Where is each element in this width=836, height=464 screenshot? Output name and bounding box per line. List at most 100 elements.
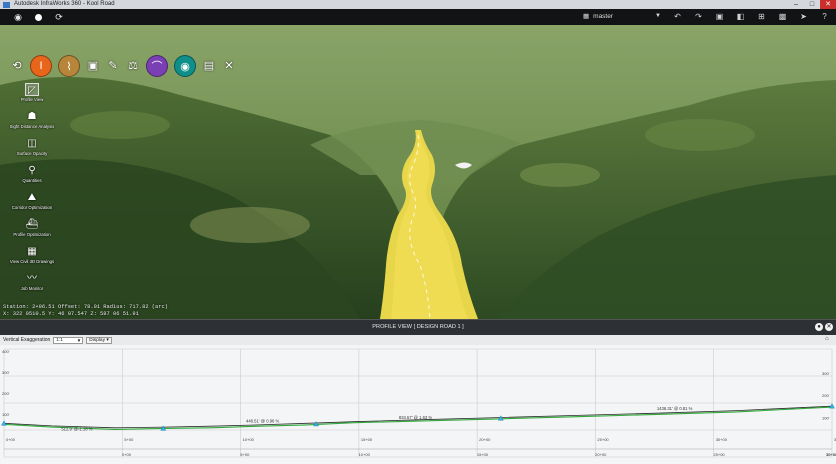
analysis-toolbar: ◸ Profile View ☗ Sight Distance Analysis ◫ Su…: [4, 83, 60, 299]
panels-icon[interactable]: ◧: [735, 12, 746, 22]
chart-background: [0, 345, 836, 464]
grid-view-icon[interactable]: ⊞: [756, 12, 767, 22]
display-label: Display: [89, 337, 105, 343]
sync-icon[interactable]: ⟳: [54, 12, 64, 22]
window-title: Autodesk InfraWorks 360 - Kool Road: [14, 1, 115, 7]
window-controls: – □ ✕: [788, 0, 836, 9]
coordinate-readout: Station: 2+96.51 Offset: 78.01 Radius: 7…: [3, 304, 168, 318]
user-account-icon[interactable]: ◉: [13, 12, 23, 22]
bridge-icon[interactable]: ⌒: [146, 55, 168, 77]
3d-viewport[interactable]: ⟲ I ⌇ ▣ ✎ ⚖ ⌒ ◉ ▤ ✕ ◸ Profile View ☗ Sight …: [0, 25, 836, 319]
profile-chart[interactable]: 400' 300' 200' 100' 300' 200' 100' 0+00 5+00 10+0…: [0, 345, 836, 464]
minimize-button[interactable]: –: [788, 0, 804, 9]
tool-label: Profile Optimization: [13, 232, 51, 237]
station-label-bottom: 5+00: [240, 452, 250, 457]
redo-icon[interactable]: ↷: [693, 12, 704, 22]
corridor-optimization-tool[interactable]: ⛰ Corridor Optimization: [4, 191, 60, 218]
station-label-bottom: 15+00: [477, 452, 489, 457]
grade-label: 1436.31' @ 0.81 %: [657, 406, 693, 411]
station-label: 25+00: [597, 437, 609, 442]
analysis-icon[interactable]: ▣: [86, 59, 100, 73]
profile-view-panel: PROFILE VIEW [ DESIGN ROAD 1 ] ● ✕ Verti…: [0, 319, 836, 464]
infraworks-window: Autodesk InfraWorks 360 - Kool Road – □ …: [0, 0, 836, 464]
bookmarks-icon[interactable]: ▣: [714, 12, 725, 22]
tool-label: Surface Opacity: [16, 151, 48, 156]
top-toolbar: ◉ ⟳ ▦ master ▼ ↶ ↷ ▣ ◧ ⊞ ▩ ➤ ?: [0, 9, 836, 25]
profile-home-icon[interactable]: ⌂: [825, 336, 832, 343]
surface-opacity-tool[interactable]: ◫ Surface Opacity: [4, 137, 60, 164]
image-view-icon[interactable]: ▩: [777, 12, 788, 22]
y-tick-label: 200': [2, 391, 10, 396]
undo-icon[interactable]: ↶: [672, 12, 683, 22]
station-label-bottom: 25+00: [713, 452, 725, 457]
select-cursor-icon[interactable]: ➤: [798, 12, 809, 22]
mode-toolbar: ⟲ I ⌇ ▣ ✎ ⚖ ⌒ ◉ ▤ ✕: [10, 55, 236, 77]
home-icon[interactable]: ⟲: [10, 59, 24, 73]
y-tick-label: 300': [2, 370, 10, 375]
job-monitor-icon: 〰: [27, 273, 37, 284]
app-icon: [3, 1, 10, 8]
quantities-tool[interactable]: ⚲ Quantities: [4, 164, 60, 191]
settings-icon[interactable]: ✕: [222, 59, 236, 73]
help-icon[interactable]: ?: [819, 12, 830, 22]
y-tick-label: 400': [2, 349, 10, 354]
maximize-button[interactable]: □: [804, 0, 820, 9]
station-label: 15+00: [361, 437, 373, 442]
display-button[interactable]: Display ▾: [86, 336, 112, 344]
station-readout: Station: 2+96.51 Offset: 78.01 Radius: 7…: [3, 304, 168, 310]
station-label: 10+00: [243, 437, 255, 442]
branch-name: master: [593, 12, 614, 20]
station-label-bottom: 20+00: [595, 452, 607, 457]
quantities-icon: ⚲: [28, 165, 36, 176]
station-label: 20+00: [479, 437, 491, 442]
profile-view-icon: ◸: [25, 83, 39, 96]
close-profile-icon[interactable]: ✕: [825, 323, 833, 331]
profile-view-header: PROFILE VIEW [ DESIGN ROAD 1 ] ● ✕: [0, 319, 836, 335]
tool-label: Profile View: [20, 97, 44, 102]
y-tick-label-right: 200': [822, 393, 830, 398]
tool-label: Sight Distance Analysis: [9, 124, 55, 129]
corridor-optimization-icon: ⛰: [27, 192, 37, 203]
station-label: 0+00: [6, 437, 16, 442]
grade-label: 512.9' @-1.18 %: [61, 427, 92, 432]
tool-label: Quantities: [22, 178, 42, 183]
vertical-exaggeration-label: Vertical Exaggeration: [3, 337, 51, 343]
xyz-readout: X: 322 0510.5 Y: 46 07.547 Z: 587 06 51.…: [3, 311, 139, 317]
station-label: 30+00: [716, 437, 728, 442]
model-menu-icon[interactable]: [35, 13, 42, 21]
tool-label: View Civil 3D Drawings: [9, 259, 55, 264]
sight-distance-icon: ☗: [27, 111, 37, 122]
vertical-exaggeration-value: 1:1: [56, 337, 63, 343]
branch-selector[interactable]: ▦ master ▼: [583, 12, 661, 21]
profile-optimization-tool[interactable]: ⛴ Profile Optimization: [4, 218, 60, 245]
title-bar: Autodesk InfraWorks 360 - Kool Road – □ …: [0, 0, 836, 9]
surface-opacity-icon: ◫: [27, 138, 37, 149]
view-civil-3d-tool[interactable]: ▦ View Civil 3D Drawings: [4, 245, 60, 272]
road-profile-icon[interactable]: ⌇: [58, 55, 80, 77]
profile-view-title: PROFILE VIEW [ DESIGN ROAD 1 ]: [372, 324, 464, 330]
sight-distance-tool[interactable]: ☗ Sight Distance Analysis: [4, 110, 60, 137]
profile-toolbar: Vertical Exaggeration 1:1 ▼ Display ▾ ⌂: [0, 335, 836, 345]
branch-icon: ▦: [583, 13, 590, 20]
present-icon[interactable]: ▤: [202, 59, 216, 73]
civil-3d-icon: ▦: [27, 246, 37, 257]
drainage-icon[interactable]: ◉: [174, 55, 196, 77]
station-label-bottom: 35+00: [826, 452, 836, 457]
job-monitor-tool[interactable]: 〰 Job Monitor: [4, 272, 60, 299]
chevron-down-icon: ▼: [655, 13, 661, 19]
station-label: 5+00: [124, 437, 134, 442]
road-design-icon[interactable]: I: [30, 55, 52, 77]
pin-icon[interactable]: ●: [815, 323, 823, 331]
y-tick-label-right: 100': [822, 415, 830, 420]
station-label-bottom: 10+00: [359, 452, 371, 457]
y-tick-label-right: 300': [822, 371, 830, 376]
measure-icon[interactable]: ✎: [106, 59, 120, 73]
grade-label: 834.57' @ 1.63 %: [399, 415, 432, 420]
station-label-bottom: 0+00: [122, 452, 132, 457]
close-button[interactable]: ✕: [820, 0, 836, 9]
balance-icon[interactable]: ⚖: [126, 59, 140, 73]
tool-label: Corridor Optimization: [11, 205, 53, 210]
tool-label: Job Monitor: [20, 286, 44, 291]
profile-view-tool[interactable]: ◸ Profile View: [4, 83, 60, 110]
vertical-exaggeration-select[interactable]: 1:1 ▼: [53, 336, 84, 344]
